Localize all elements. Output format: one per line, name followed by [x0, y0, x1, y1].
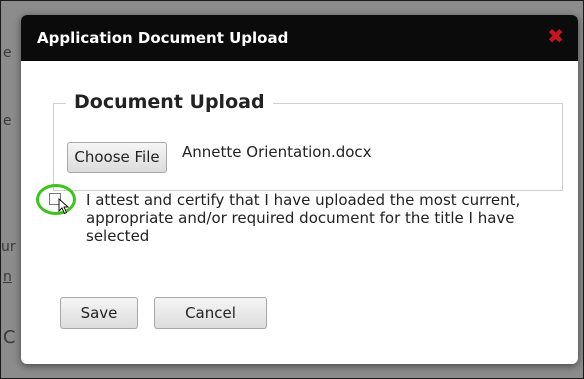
save-button[interactable]: Save	[60, 297, 138, 329]
background-text: n	[3, 269, 12, 285]
attestation-text: I attest and certify that I have uploade…	[86, 191, 521, 245]
app-window: e e ur n C Application Document Upload ✖…	[0, 0, 584, 379]
dialog-titlebar: Application Document Upload ✖	[21, 15, 578, 61]
checkbox-highlight-ring	[36, 184, 76, 215]
background-text: e	[3, 45, 12, 61]
mouse-cursor-icon	[58, 198, 70, 215]
document-upload-dialog: Application Document Upload ✖ Document U…	[21, 15, 578, 364]
background-text: ur	[1, 239, 16, 255]
choose-file-button[interactable]: Choose File	[67, 142, 167, 173]
dialog-title: Application Document Upload	[37, 29, 289, 47]
background-text: C	[3, 327, 16, 348]
cancel-button[interactable]: Cancel	[154, 297, 267, 329]
background-text: e	[3, 113, 12, 129]
section-legend: Document Upload	[66, 91, 273, 113]
selected-file-name: Annette Orientation.docx	[182, 143, 372, 161]
close-icon[interactable]: ✖	[547, 26, 564, 46]
